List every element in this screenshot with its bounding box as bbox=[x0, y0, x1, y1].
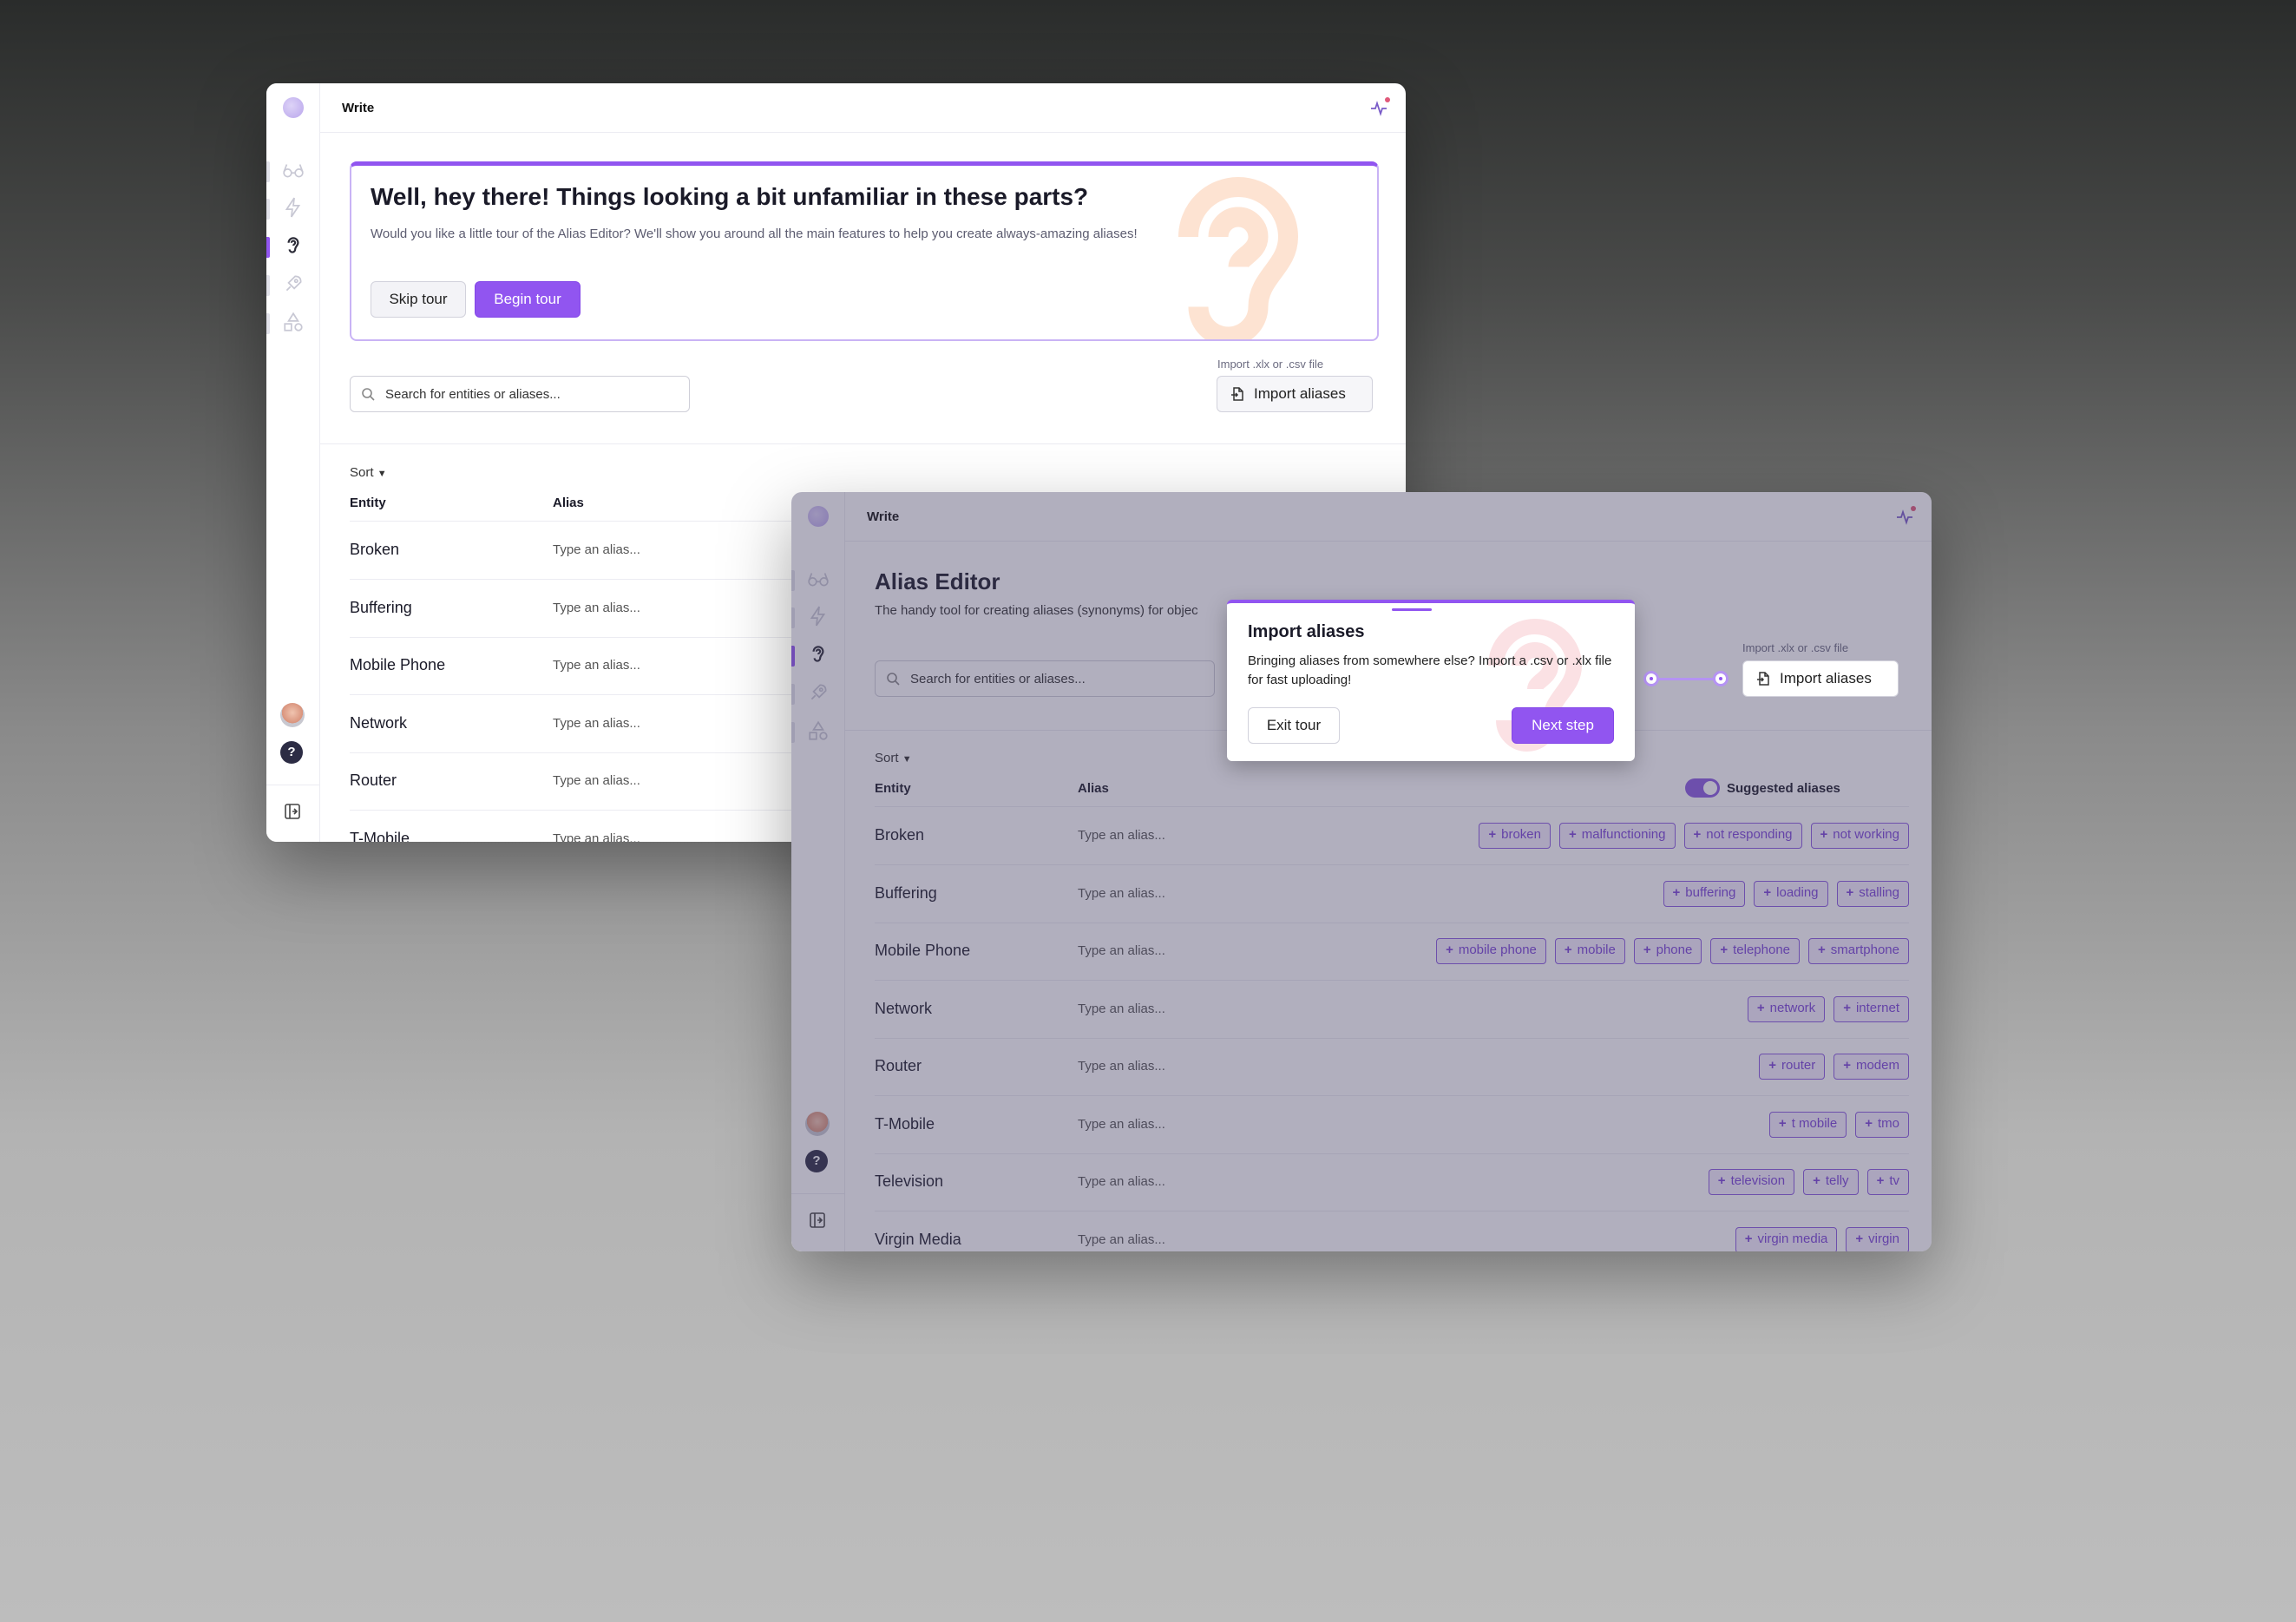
alias-input[interactable]: Type an alias... bbox=[553, 831, 640, 843]
entity-name: Router bbox=[350, 772, 397, 789]
search-icon bbox=[362, 388, 375, 401]
begin-tour-button[interactable]: Begin tour bbox=[475, 281, 581, 318]
entity-name: Broken bbox=[350, 541, 400, 558]
ear-watermark-icon bbox=[1178, 177, 1299, 339]
top-bar: Write bbox=[319, 83, 1406, 133]
next-step-button[interactable]: Next step bbox=[1512, 707, 1614, 744]
avatar[interactable] bbox=[280, 703, 305, 727]
alias-input[interactable]: Type an alias... bbox=[553, 658, 640, 673]
alias-input[interactable]: Type an alias... bbox=[553, 716, 640, 731]
tour-progress bbox=[1392, 608, 1432, 611]
connector-dot bbox=[1643, 671, 1659, 686]
banner-title: Well, hey there! Things looking a bit un… bbox=[371, 183, 1089, 210]
lightning-icon[interactable] bbox=[282, 196, 305, 219]
column-header-entity: Entity bbox=[350, 496, 386, 510]
app-title: Write bbox=[342, 101, 375, 115]
tour-connector bbox=[1653, 678, 1722, 680]
connector-dot bbox=[1713, 671, 1729, 686]
ear-icon[interactable] bbox=[282, 234, 305, 257]
entity-name: Mobile Phone bbox=[350, 656, 446, 673]
chevron-down-icon: ▼ bbox=[377, 469, 387, 479]
tour-popover: Import aliases Bringing aliases from som… bbox=[1227, 600, 1635, 761]
banner-text: Would you like a little tour of the Alia… bbox=[371, 227, 1138, 241]
sort-label: Sort bbox=[350, 465, 374, 480]
alias-input[interactable]: Type an alias... bbox=[553, 601, 640, 615]
nav-indicator bbox=[266, 313, 270, 334]
alias-input[interactable]: Type an alias... bbox=[553, 773, 640, 788]
nav-indicator bbox=[266, 199, 270, 220]
entity-name: Network bbox=[350, 713, 408, 732]
nav-indicator bbox=[266, 161, 270, 182]
notification-dot bbox=[1385, 97, 1390, 102]
glasses-icon[interactable] bbox=[282, 159, 305, 181]
app-logo[interactable] bbox=[283, 97, 304, 118]
foreground-window: ? Write Alias Editor The handy tool for … bbox=[791, 492, 1932, 1251]
shapes-icon[interactable] bbox=[282, 311, 305, 333]
entity-name: T-Mobile bbox=[350, 829, 410, 843]
file-import-icon bbox=[1231, 387, 1243, 401]
search-placeholder: Search for entities or aliases... bbox=[385, 387, 561, 402]
divider bbox=[319, 443, 1406, 444]
import-aliases-button[interactable]: Import aliases bbox=[1742, 660, 1899, 697]
nav-indicator bbox=[266, 275, 270, 296]
exit-tour-button[interactable]: Exit tour bbox=[1248, 707, 1340, 744]
tour-banner: Well, hey there! Things looking a bit un… bbox=[350, 161, 1379, 341]
popover-text: Bringing aliases from somewhere else? Im… bbox=[1248, 653, 1612, 687]
entity-name: Buffering bbox=[350, 598, 412, 616]
search-input[interactable]: Search for entities or aliases... bbox=[350, 376, 690, 412]
rocket-icon[interactable] bbox=[282, 273, 305, 295]
skip-tour-button[interactable]: Skip tour bbox=[371, 281, 466, 318]
collapse-sidebar-icon[interactable] bbox=[284, 803, 301, 820]
alias-input[interactable]: Type an alias... bbox=[553, 542, 640, 557]
help-icon[interactable]: ? bbox=[280, 741, 303, 764]
activity-icon[interactable] bbox=[1369, 97, 1390, 118]
file-import-icon bbox=[1757, 672, 1769, 686]
import-aliases-label: Import aliases bbox=[1780, 670, 1872, 686]
import-aliases-label: Import aliases bbox=[1254, 385, 1346, 402]
sort-dropdown[interactable]: Sort ▼ bbox=[350, 465, 387, 480]
import-aliases-button[interactable]: Import aliases bbox=[1217, 376, 1373, 412]
sidebar: ? bbox=[266, 83, 320, 842]
nav-indicator-active bbox=[266, 237, 270, 258]
popover-title: Import aliases bbox=[1248, 622, 1365, 641]
column-header-alias: Alias bbox=[553, 496, 584, 510]
import-hint: Import .xlx or .csv file bbox=[1217, 358, 1324, 371]
